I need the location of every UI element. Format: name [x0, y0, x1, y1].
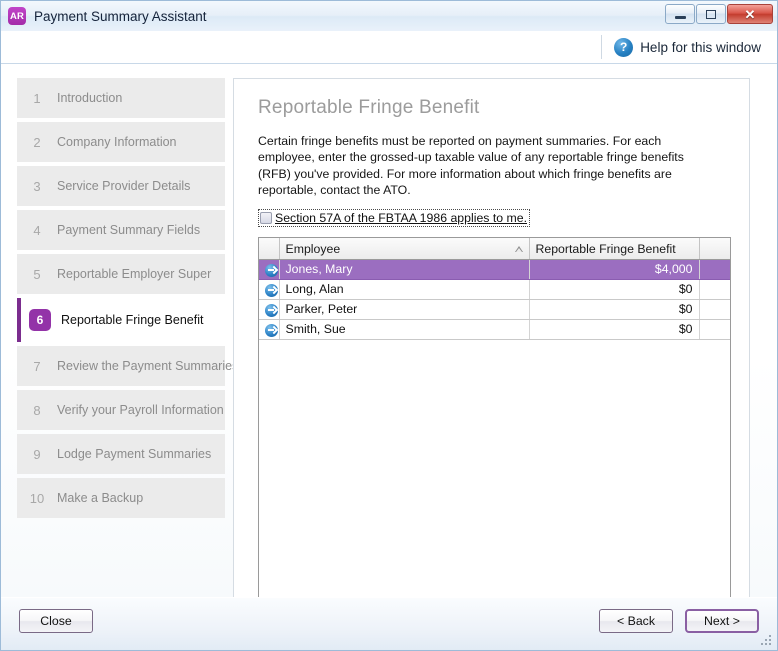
section-57a-checkbox-label: Section 57A of the FBTAA 1986 applies to…	[275, 211, 528, 226]
table-row[interactable]: Jones, Mary $4,000	[259, 259, 730, 280]
help-bar: ? Help for this window	[1, 31, 777, 64]
sidebar-step-reportable-fringe-benefit[interactable]: 6 Reportable Fringe Benefit	[17, 298, 225, 342]
table-body: Jones, Mary $4,000 Long, Alan $0 Parker,…	[259, 259, 730, 340]
minimize-button[interactable]	[665, 4, 695, 24]
employee-table: Employee Reportable Fringe Benefit Jones…	[259, 238, 730, 340]
cell-employee[interactable]: Smith, Sue	[279, 319, 530, 340]
arrow-right-icon[interactable]	[265, 263, 278, 277]
column-header-employee[interactable]: Employee	[279, 238, 530, 260]
sidebar-step-lodge-payment-summaries[interactable]: 9 Lodge Payment Summaries	[17, 434, 225, 474]
step-label: Introduction	[57, 91, 123, 105]
step-number: 2	[33, 134, 41, 150]
row-selector-cell[interactable]	[259, 279, 280, 300]
sidebar-step-payment-summary-fields[interactable]: 4 Payment Summary Fields	[17, 210, 225, 250]
body-area: 1 Introduction 2 Company Information 3 S…	[1, 64, 777, 597]
step-label: Service Provider Details	[57, 179, 191, 193]
table-row[interactable]: Parker, Peter $0	[259, 299, 730, 320]
table-row[interactable]: Smith, Sue $0	[259, 319, 730, 340]
window-controls: ✕	[665, 4, 773, 24]
row-selector-cell[interactable]	[259, 319, 280, 340]
cell-reportable-fringe-benefit[interactable]: $0	[529, 299, 700, 320]
step-label: Review the Payment Summaries	[57, 359, 239, 373]
sidebar-step-review-the-payment-summaries[interactable]: 7 Review the Payment Summaries	[17, 346, 238, 386]
sort-ascending-icon	[514, 245, 523, 252]
sidebar-step-make-a-backup[interactable]: 10 Make a Backup	[17, 478, 225, 518]
wizard-steps-sidebar: 1 Introduction 2 Company Information 3 S…	[17, 78, 238, 522]
step-number: 3	[33, 178, 41, 194]
section-57a-checkbox-row[interactable]: Section 57A of the FBTAA 1986 applies to…	[258, 209, 531, 228]
next-button[interactable]: Next >	[685, 609, 759, 633]
cell-spacer	[699, 299, 730, 320]
app-icon: AR	[8, 7, 26, 25]
table-header-row: Employee Reportable Fringe Benefit	[259, 238, 730, 260]
step-number: 1	[33, 90, 41, 106]
maximize-icon	[706, 9, 716, 19]
arrow-right-icon[interactable]	[265, 303, 278, 317]
column-header-rfb-label: Reportable Fringe Benefit	[535, 241, 676, 256]
arrow-right-icon[interactable]	[265, 283, 278, 297]
window-title: Payment Summary Assistant	[34, 8, 207, 24]
cell-reportable-fringe-benefit[interactable]: $0	[529, 319, 700, 340]
step-label: Reportable Employer Super	[57, 267, 212, 281]
step-number: 8	[33, 402, 41, 418]
minimize-icon	[674, 15, 686, 19]
arrow-right-icon[interactable]	[265, 323, 278, 337]
cell-spacer	[699, 279, 730, 300]
step-label: Company Information	[57, 135, 177, 149]
sidebar-step-reportable-employer-super[interactable]: 5 Reportable Employer Super	[17, 254, 225, 294]
app-window: AR Payment Summary Assistant ✕ ? Help fo…	[0, 0, 778, 651]
cell-reportable-fringe-benefit[interactable]: $0	[529, 279, 700, 300]
step-label: Verify your Payroll Information	[57, 403, 224, 417]
step-number: 10	[29, 490, 45, 506]
table-header: Employee Reportable Fringe Benefit	[259, 238, 730, 260]
step-number: 5	[33, 266, 41, 282]
row-selector-cell[interactable]	[259, 299, 280, 320]
resize-grip[interactable]	[761, 635, 773, 647]
close-icon: ✕	[744, 6, 756, 22]
question-mark-icon: ?	[614, 37, 634, 57]
step-number: 9	[33, 446, 41, 462]
close-button[interactable]: Close	[19, 609, 93, 633]
page-title: Reportable Fringe Benefit	[258, 97, 480, 118]
content-panel: Reportable Fringe Benefit Certain fringe…	[233, 78, 750, 597]
cell-employee[interactable]: Jones, Mary	[279, 259, 530, 280]
maximize-button[interactable]	[696, 4, 726, 24]
step-label: Make a Backup	[57, 491, 144, 505]
column-header-spacer	[699, 238, 730, 260]
column-header-reportable-fringe-benefit[interactable]: Reportable Fringe Benefit	[529, 238, 700, 260]
cell-spacer	[699, 259, 730, 280]
help-link-label: Help for this window	[640, 39, 761, 55]
cell-spacer	[699, 319, 730, 340]
step-number: 6	[29, 309, 51, 331]
cell-reportable-fringe-benefit[interactable]: $4,000	[529, 259, 700, 280]
sidebar-step-verify-your-payroll-information[interactable]: 8 Verify your Payroll Information	[17, 390, 225, 430]
back-button[interactable]: < Back	[599, 609, 673, 633]
step-label: Lodge Payment Summaries	[57, 447, 212, 461]
employee-rfb-grid[interactable]: Employee Reportable Fringe Benefit Jones…	[258, 237, 731, 597]
checkbox-icon[interactable]	[260, 212, 272, 225]
page-description: Certain fringe benefits must be reported…	[258, 134, 684, 198]
cell-employee[interactable]: Long, Alan	[279, 279, 530, 300]
column-header-row-selector	[259, 238, 280, 260]
sidebar-step-company-information[interactable]: 2 Company Information	[17, 122, 225, 162]
step-label: Reportable Fringe Benefit	[61, 313, 204, 327]
help-for-this-window-link[interactable]: ? Help for this window	[601, 35, 761, 59]
step-label: Payment Summary Fields	[57, 223, 201, 237]
sidebar-step-service-provider-details[interactable]: 3 Service Provider Details	[17, 166, 225, 206]
step-number: 4	[33, 222, 41, 238]
table-row[interactable]: Long, Alan $0	[259, 279, 730, 300]
title-bar: AR Payment Summary Assistant ✕	[1, 1, 777, 31]
step-number: 7	[33, 358, 41, 374]
sidebar-step-introduction[interactable]: 1 Introduction	[17, 78, 225, 118]
column-header-employee-label: Employee	[285, 241, 341, 256]
footer-bar: Close < Back Next >	[1, 597, 777, 650]
cell-employee[interactable]: Parker, Peter	[279, 299, 530, 320]
close-window-button[interactable]: ✕	[727, 4, 773, 24]
row-selector-cell[interactable]	[259, 259, 280, 280]
